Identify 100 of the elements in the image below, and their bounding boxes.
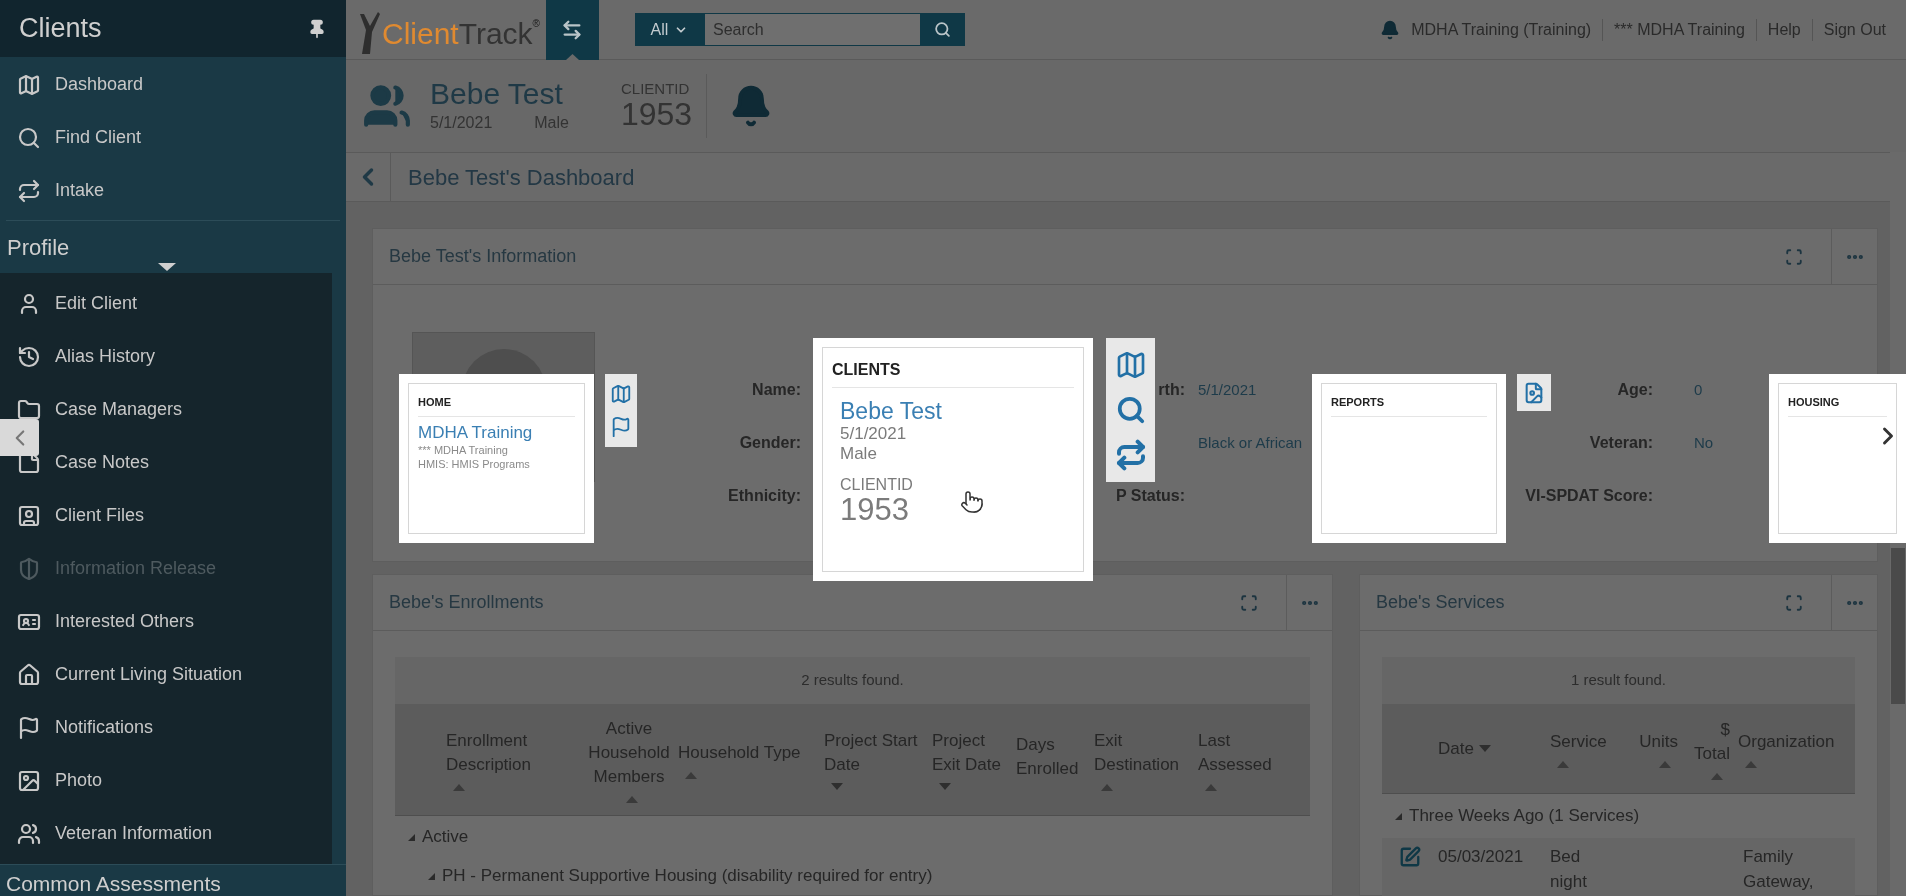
table-cell-text: Bed night	[1550, 846, 1588, 893]
search-icon	[17, 125, 41, 150]
panel-title: Bebe's Enrollments	[388, 591, 545, 614]
sort-up-icon[interactable]	[1556, 759, 1570, 768]
group-label: PH - Permanent Supportive Housing (disability required for entry)	[442, 865, 933, 888]
sidebar-item[interactable]: Client Files	[0, 489, 332, 542]
sidebar-item[interactable]: Alias History	[0, 330, 332, 383]
page-title: Bebe Test's Dashboard	[408, 163, 635, 192]
field-value: No	[1694, 432, 1714, 453]
search-field[interactable]: Search	[703, 13, 921, 46]
table-cell-text: 05/03/2021	[1438, 846, 1525, 868]
collapse-tab[interactable]	[0, 419, 39, 456]
search-icon[interactable]	[1115, 395, 1146, 425]
sidebar-section-title[interactable]: Common Assessments	[6, 873, 221, 894]
sidebar-item[interactable]: Case Notes	[0, 436, 332, 489]
arrows-icon[interactable]	[1114, 439, 1147, 471]
tour-card[interactable]: HOME MDHA Training *** MDHA Training HMIS: HMIS Programs	[399, 374, 594, 543]
client-id-label: CLIENTID	[840, 476, 914, 494]
expanded-indicator-icon	[158, 263, 176, 271]
sidebar-item[interactable]: Notifications	[0, 701, 332, 754]
sidebar-item[interactable]: Find Client	[0, 111, 346, 164]
org-detail: HMIS: HMIS Programs	[418, 456, 531, 471]
org-link[interactable]: MDHA Training	[418, 422, 575, 443]
field-label: Veteran:	[1589, 433, 1653, 453]
sort-up-icon[interactable]	[1204, 782, 1218, 791]
sort-down-icon[interactable]	[1477, 744, 1492, 753]
folder-icon	[17, 397, 41, 422]
swap-icon	[561, 18, 584, 41]
sidebar-item[interactable]: Case Managers	[0, 383, 332, 436]
sidebar-item[interactable]: Photo	[0, 754, 332, 807]
sort-up-icon[interactable]	[684, 770, 698, 779]
field-label: rth:	[1158, 380, 1185, 400]
sidebar-item[interactable]: Current Living Situation	[0, 648, 332, 701]
results-count: 2 results found.	[801, 670, 904, 691]
client-link[interactable]: Bebe Test	[840, 398, 1074, 424]
tour-card[interactable]: REPORTS	[1312, 374, 1506, 543]
search-icon	[934, 21, 952, 38]
flag-icon[interactable]	[610, 415, 632, 438]
collapse-triangle-icon[interactable]	[427, 871, 436, 881]
flag-icon	[17, 715, 41, 740]
table-cell-text: Family Gateway,	[1743, 846, 1815, 893]
house-icon	[17, 662, 41, 687]
sort-up-icon[interactable]	[452, 782, 466, 791]
sidebar-item[interactable]: Veteran Information	[0, 807, 332, 860]
card-title: HOUSING	[1788, 394, 1887, 417]
sort-up-icon[interactable]	[1744, 759, 1758, 768]
sidebar-item[interactable]: Edit Client	[0, 277, 332, 330]
tour-card[interactable]: CLIENTS Bebe Test 5/1/2021 Male CLIENTID 1953	[813, 338, 1093, 581]
search-button[interactable]	[920, 13, 965, 46]
shield-icon	[17, 556, 41, 581]
sort-up-icon[interactable]	[1100, 782, 1114, 791]
hand-cursor-icon	[960, 490, 984, 514]
card-title: CLIENTS	[832, 358, 1074, 388]
expand-icon[interactable]	[1240, 593, 1258, 612]
top-link[interactable]: Help	[1767, 17, 1801, 42]
map-icon[interactable]	[610, 383, 632, 406]
group-label: Three Weeks Ago (1 Services)	[1409, 805, 1640, 828]
field-label: VI-SPDAT Score:	[1525, 486, 1653, 506]
search-scope-dropdown[interactable]: All	[634, 13, 704, 46]
sort-up-icon[interactable]	[625, 794, 639, 803]
scrollbar-thumb[interactable]	[1891, 548, 1905, 704]
field-label: Gender:	[739, 433, 801, 453]
pin-icon[interactable]	[307, 18, 327, 39]
edit-icon[interactable]	[1399, 846, 1421, 868]
top-link[interactable]: Sign Out	[1823, 17, 1886, 42]
sidebar-item[interactable]: Interested Others	[0, 595, 332, 648]
client-gender: Male	[840, 444, 878, 464]
client-name: Bebe Test	[430, 77, 564, 111]
tour-card[interactable]: HOUSING	[1769, 374, 1906, 543]
field-value: 5/1/2021	[1198, 379, 1257, 400]
card-title: REPORTS	[1331, 394, 1487, 417]
expand-icon[interactable]	[1785, 247, 1803, 266]
sort-down-icon[interactable]	[830, 782, 844, 791]
arrows-icon	[17, 178, 41, 203]
top-link[interactable]: MDHA Training (Training)	[1411, 17, 1592, 42]
sort-up-icon[interactable]	[1658, 759, 1672, 768]
collapse-triangle-icon[interactable]	[1394, 811, 1403, 821]
results-count: 1 result found.	[1570, 670, 1667, 691]
sort-up-icon[interactable]	[1710, 771, 1724, 780]
profile-section-header[interactable]: Profile	[0, 221, 346, 273]
field-label: Name:	[752, 380, 801, 400]
file-icon[interactable]	[1523, 381, 1545, 404]
panel-title: Bebe Test's Information	[388, 245, 578, 268]
field-label: Age:	[1617, 380, 1653, 400]
contact-icon	[17, 503, 41, 528]
switch-button[interactable]	[545, 0, 599, 60]
sort-down-icon[interactable]	[938, 782, 952, 791]
top-link[interactable]: *** MDHA Training	[1614, 17, 1745, 42]
group-label: Active	[422, 826, 469, 849]
client-id: 1953	[840, 494, 909, 526]
org-detail: *** MDHA Training	[418, 442, 509, 457]
field-value: 0	[1694, 379, 1703, 400]
logo[interactable]: ClientTrack®	[356, 5, 540, 54]
panel-title: Bebe's Services	[1375, 591, 1506, 614]
people-icon	[17, 821, 41, 846]
collapse-triangle-icon[interactable]	[407, 832, 416, 842]
expand-icon[interactable]	[1785, 593, 1803, 612]
sidebar-item[interactable]: Dashboard	[0, 58, 346, 111]
sidebar-item[interactable]: Intake	[0, 164, 346, 217]
bell-icon[interactable]	[1380, 19, 1401, 40]
